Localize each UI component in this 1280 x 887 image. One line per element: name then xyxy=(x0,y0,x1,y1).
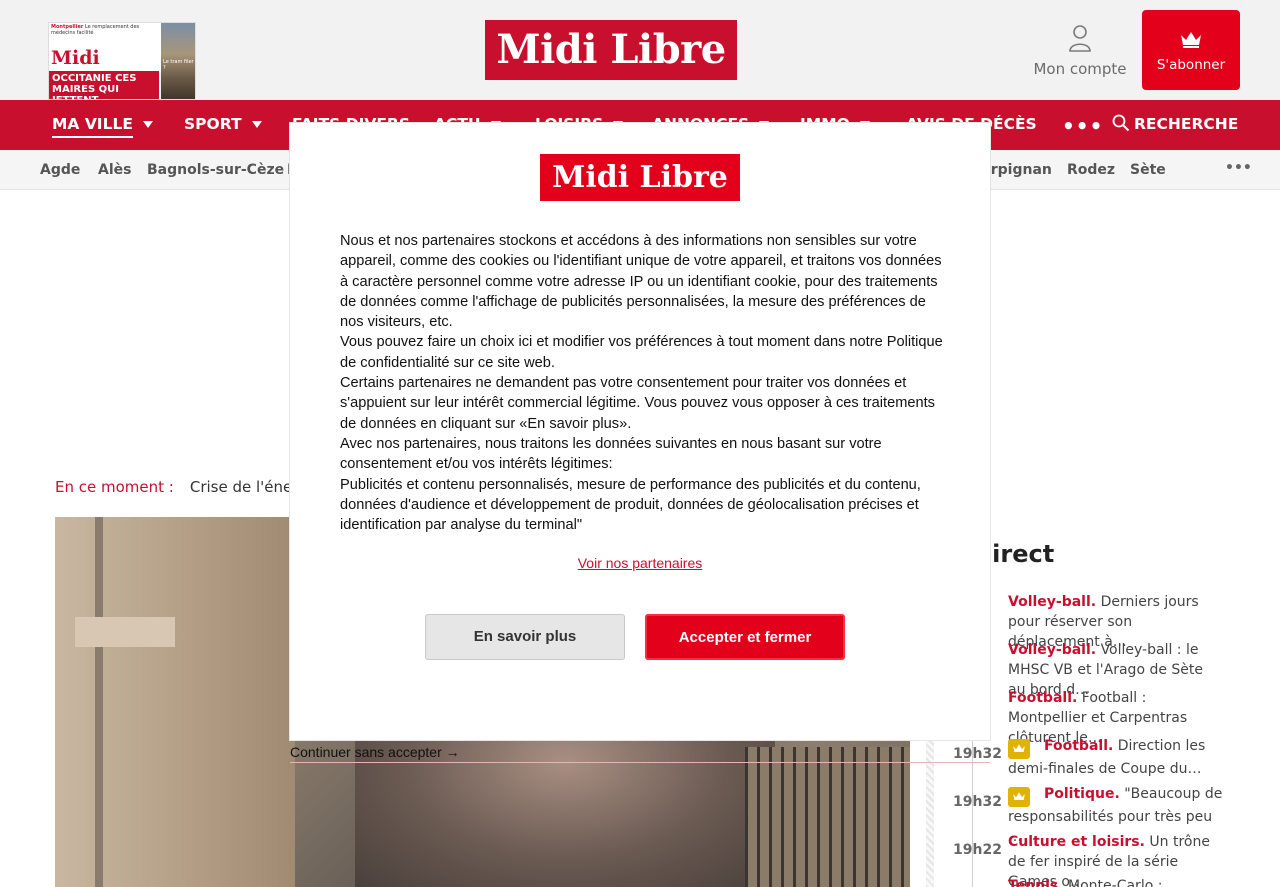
consent-logo: Midi Libre xyxy=(540,154,740,201)
consent-paragraph: Vous pouvez faire un choix ici et modifi… xyxy=(340,334,943,371)
consent-paragraph: Publicités et contenu personnalisés, mes… xyxy=(340,476,921,534)
consent-dialog: Midi Libre Nous et nos partenaires stock… xyxy=(290,123,990,740)
accept-and-close-button[interactable]: Accepter et fermer xyxy=(645,614,845,660)
learn-more-button[interactable]: En savoir plus xyxy=(425,614,625,660)
continue-without-accepting-link[interactable]: Continuer sans accepter → xyxy=(290,744,460,760)
consent-text: Nous et nos partenaires stockons et accé… xyxy=(340,231,950,535)
consent-divider xyxy=(290,762,990,763)
consent-paragraph: Certains partenaires ne demandent pas vo… xyxy=(340,375,935,432)
consent-paragraph: Nous et nos partenaires stockons et accé… xyxy=(340,233,942,331)
consent-paragraph: Avec nos partenaires, nous traitons les … xyxy=(340,435,882,473)
partners-link[interactable]: Voir nos partenaires xyxy=(290,555,990,571)
